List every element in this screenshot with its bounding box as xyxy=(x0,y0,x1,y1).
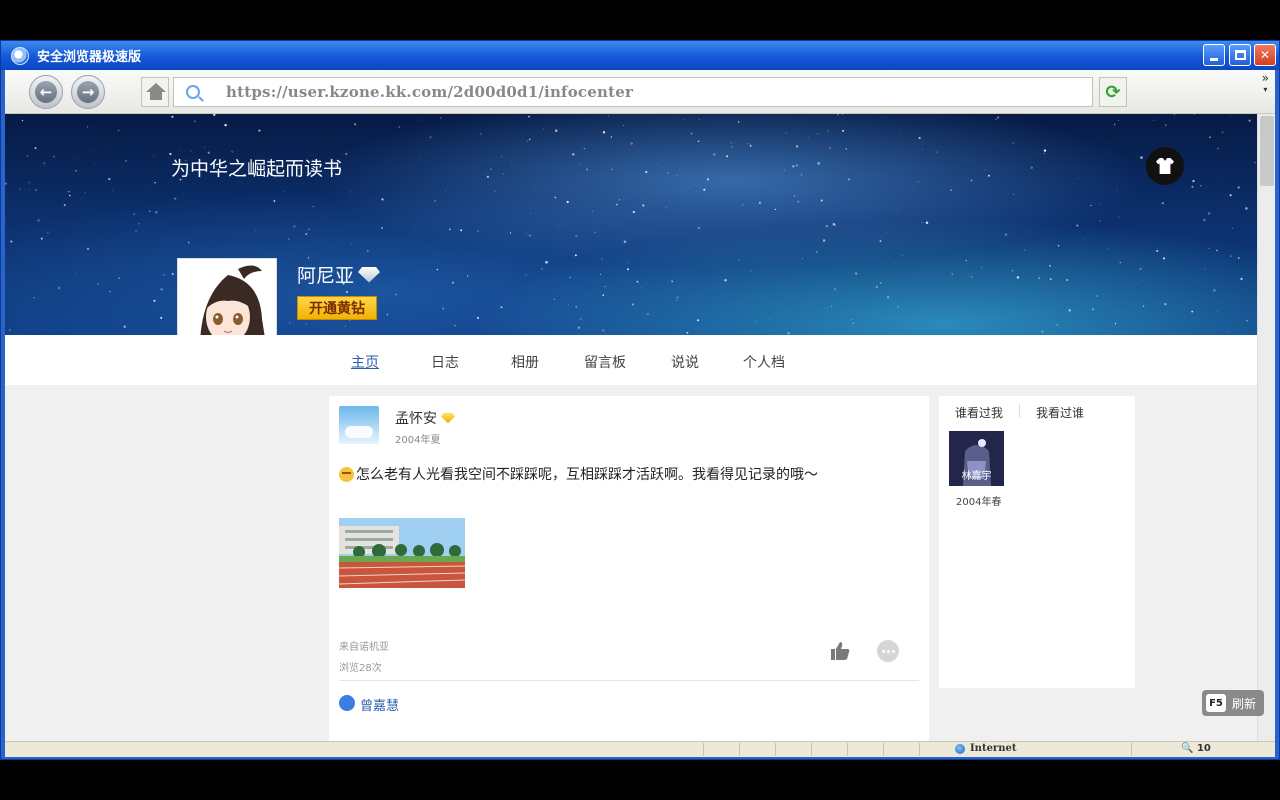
back-button[interactable]: ← xyxy=(29,75,63,109)
maximize-button[interactable] xyxy=(1229,44,1251,66)
shirt-icon xyxy=(1156,158,1174,174)
thinking-face-icon xyxy=(339,466,354,482)
globe-icon xyxy=(955,743,965,754)
post-text: 怎么老有人光看我空间不踩踩呢，互相踩踩才活跃啊。我看得见记录的哦～ xyxy=(356,467,818,483)
tab-profile-info[interactable]: 个人档 xyxy=(743,352,785,372)
minimize-button[interactable] xyxy=(1203,44,1225,66)
forward-button[interactable]: → xyxy=(71,75,105,109)
url-text[interactable]: https://user.kzone.kk.com/2d00d0d1/infoc… xyxy=(226,83,633,101)
poster-name-text[interactable]: 孟怀安 xyxy=(395,408,437,428)
tab-album[interactable]: 相册 xyxy=(511,352,539,372)
status-divider xyxy=(883,743,884,756)
diamond-icon xyxy=(358,266,381,283)
zoom-level[interactable]: 🔍 10 xyxy=(1181,743,1211,754)
scrollbar-thumb[interactable] xyxy=(1260,116,1274,186)
post-divider xyxy=(339,680,919,681)
f5-refresh-button[interactable]: F5 刷新 xyxy=(1202,690,1264,716)
visitor-name: 林嘉宇 xyxy=(961,471,992,482)
visitors-card: 谁看过我 我看过谁 林嘉宇 2004年春 xyxy=(939,396,1135,688)
vertical-scrollbar[interactable] xyxy=(1257,114,1275,741)
arrow-right-icon: → xyxy=(77,81,99,103)
tab-blog[interactable]: 日志 xyxy=(431,352,459,372)
schoolyard-track-image xyxy=(339,518,465,588)
visitor-date: 2004年春 xyxy=(956,497,1002,508)
refresh-button[interactable]: ⟳ xyxy=(1099,77,1127,107)
security-zone[interactable]: Internet xyxy=(955,743,1016,754)
address-bar[interactable]: https://user.kzone.kk.com/2d00d0d1/infoc… xyxy=(173,77,1093,107)
post-content: 怎么老有人光看我空间不踩踩呢，互相踩踩才活跃啊。我看得见记录的哦～ xyxy=(339,464,818,484)
title-bar: 安全浏览器极速版 ✕ xyxy=(1,41,1279,70)
close-button[interactable]: ✕ xyxy=(1254,44,1276,66)
status-divider xyxy=(811,743,812,756)
poster-name[interactable]: 孟怀安 xyxy=(395,408,455,428)
overflow-chevron-icon: » xyxy=(1261,71,1269,85)
comment-dot-icon xyxy=(886,649,890,653)
post-date: 2004年夏 xyxy=(395,435,441,446)
profile-username: 阿尼亚 xyxy=(297,261,381,288)
arrow-left-icon: ← xyxy=(35,81,57,103)
status-divider xyxy=(775,743,776,756)
toolbar-overflow-button[interactable]: » ▾ xyxy=(1262,72,1269,96)
yellow-diamond-icon xyxy=(441,412,455,424)
status-divider xyxy=(847,743,848,756)
liker-name[interactable]: 曾嘉慧 xyxy=(360,695,399,714)
status-divider xyxy=(919,743,920,756)
open-vip-button[interactable]: 开通黄钻 xyxy=(297,296,377,320)
window-title: 安全浏览器极速版 xyxy=(37,50,142,65)
tab-moments[interactable]: 说说 xyxy=(671,352,699,372)
comment-button[interactable] xyxy=(877,640,899,662)
zoom-text: 10 xyxy=(1196,743,1211,754)
comment-dot-icon xyxy=(891,649,895,653)
f5-key-badge: F5 xyxy=(1206,694,1226,712)
home-icon xyxy=(142,77,168,107)
page-viewport: 为中华之崛起而读书 阿尼亚 开通黄钻 主页 日志 相册 留言板 说说 个人档 孟… xyxy=(5,114,1257,741)
status-divider xyxy=(739,743,740,756)
tab-who-i-visited[interactable]: 我看过谁 xyxy=(1036,404,1084,421)
f5-refresh-label: 刷新 xyxy=(1232,696,1257,711)
comment-dot-icon xyxy=(881,649,885,653)
post-source: 来自诺机亚 xyxy=(339,642,389,653)
close-icon: ✕ xyxy=(1259,48,1271,62)
username-text: 阿尼亚 xyxy=(297,265,355,287)
visitor-avatar[interactable]: 林嘉宇 xyxy=(949,431,1004,486)
tab-who-visited-me[interactable]: 谁看过我 xyxy=(955,404,1003,421)
browser-window: 安全浏览器极速版 ✕ ← → https://user.kzone.kk.com… xyxy=(0,40,1280,760)
like-button[interactable] xyxy=(829,640,851,662)
thumbs-up-icon xyxy=(831,642,850,660)
feed-post-card: 孟怀安 2004年夏 怎么老有人光看我空间不踩踩呢，互相踩踩才活跃啊。我看得见记… xyxy=(329,396,929,741)
refresh-icon: ⟳ xyxy=(1105,81,1121,103)
post-image[interactable] xyxy=(339,518,465,588)
tab-separator xyxy=(1019,404,1020,418)
status-bar: Internet 🔍 10 xyxy=(5,741,1275,757)
post-views: 浏览28次 xyxy=(339,663,382,674)
tab-home[interactable]: 主页 xyxy=(351,352,379,372)
profile-nav: 主页 日志 相册 留言板 说说 个人档 xyxy=(5,335,1257,385)
profile-motto: 为中华之崛起而读书 xyxy=(171,158,343,180)
theme-skin-button[interactable] xyxy=(1146,147,1184,185)
status-divider xyxy=(1131,743,1132,756)
tab-guestbook[interactable]: 留言板 xyxy=(584,352,626,372)
browser-logo-icon xyxy=(11,46,29,65)
maximize-icon xyxy=(1234,50,1246,60)
poster-avatar[interactable] xyxy=(339,406,379,444)
minimize-icon xyxy=(1210,57,1218,61)
browser-toolbar: ← → https://user.kzone.kk.com/2d00d0d1/i… xyxy=(5,70,1275,114)
status-divider xyxy=(703,743,704,756)
zone-text: Internet xyxy=(970,743,1017,754)
dropdown-arrow-icon: ▾ xyxy=(1263,85,1268,94)
like-badge-icon xyxy=(339,695,355,711)
search-icon xyxy=(186,85,200,99)
home-button[interactable] xyxy=(141,77,169,107)
